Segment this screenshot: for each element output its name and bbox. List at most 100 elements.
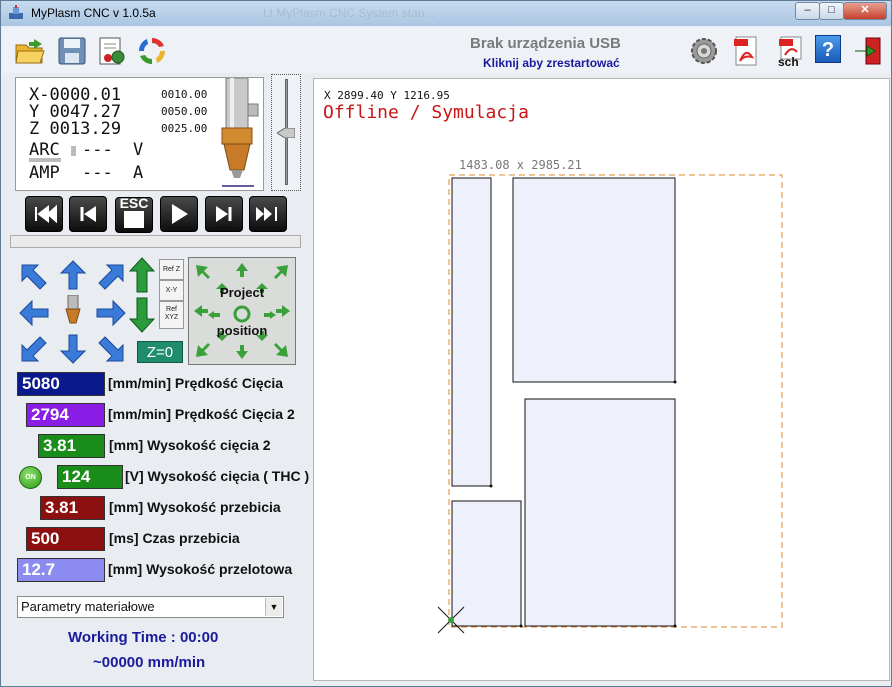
- chevron-down-icon[interactable]: ▼: [265, 598, 282, 616]
- amp-unit: A: [133, 163, 144, 183]
- device-status[interactable]: Brak urządzenia USB: [470, 35, 621, 52]
- cut-speed-input[interactable]: 5080: [17, 372, 105, 396]
- next-button[interactable]: [205, 196, 243, 232]
- window-title: MyPlasm CNC v 1.0.5a: [31, 6, 156, 20]
- project-position-arrows-icon: [194, 263, 290, 359]
- first-button[interactable]: [25, 196, 63, 232]
- play-button[interactable]: [160, 196, 198, 232]
- part-shape: [512, 177, 676, 383]
- travel-height-input[interactable]: 12.7: [17, 558, 105, 582]
- travel-height-label: [mm] Wysokość przelotowa: [108, 561, 293, 577]
- ref-z-button[interactable]: Ref Z: [159, 259, 184, 280]
- ref-xyz-line1: Ref: [166, 306, 177, 313]
- background-window-title: Lt MyPlasm CNC System stan...: [263, 6, 435, 20]
- arc-value: ---: [82, 140, 113, 160]
- open-folder-icon[interactable]: [14, 35, 46, 67]
- y-limit: 0050.00: [161, 105, 208, 118]
- thc-toggle[interactable]: ON: [19, 466, 42, 489]
- skip-last-icon: [256, 207, 277, 221]
- last-button[interactable]: [249, 196, 287, 232]
- skip-first-icon: [35, 204, 57, 224]
- jog-down-left-icon[interactable]: [18, 333, 50, 365]
- x-limit: 0010.00: [161, 88, 208, 101]
- app-icon: [9, 5, 23, 19]
- part-shape: [451, 177, 492, 487]
- pierce-point: [489, 484, 493, 488]
- exit-icon[interactable]: [852, 35, 884, 67]
- ref-xyz-line2: XYZ: [164, 314, 179, 321]
- job-progress-bar: [10, 235, 301, 248]
- sch-label: sch: [778, 55, 799, 69]
- jog-right-icon[interactable]: [95, 297, 127, 329]
- maximize-icon: □: [828, 4, 835, 16]
- cut-speed-label: [mm/min] Prędkość Cięcia: [108, 375, 284, 391]
- save-icon[interactable]: [56, 35, 88, 67]
- feed-rate: ~00000 mm/min: [93, 654, 206, 671]
- material-select[interactable]: Parametry materiałowe ▼: [17, 596, 284, 618]
- jog-up-left-icon[interactable]: [18, 261, 50, 293]
- cut-speed-2-input[interactable]: 2794: [26, 403, 105, 427]
- jog-up-right-icon[interactable]: [95, 261, 127, 293]
- pierce-point: [673, 624, 677, 628]
- pierce-point: [673, 380, 677, 384]
- pdf-icon[interactable]: [730, 35, 762, 67]
- pierce-time-label: [ms] Czas przebicia: [109, 530, 240, 546]
- arc-bar: [71, 146, 76, 156]
- z-down-icon[interactable]: [129, 297, 155, 333]
- minimize-button[interactable]: –: [795, 2, 820, 20]
- slider-thumb[interactable]: [276, 125, 296, 139]
- arc-underline: [29, 158, 61, 162]
- plasma-torch-icon: [221, 78, 259, 187]
- device-restart-link[interactable]: Kliknij aby zrestartować: [483, 56, 620, 70]
- step-back-icon: [80, 206, 96, 222]
- cut-preview-drawing: [437, 174, 783, 634]
- thc-voltage-label: [V] Wysokość cięcia ( THC ): [125, 468, 310, 484]
- part-shape: [524, 398, 676, 627]
- ref-xyz-button[interactable]: Ref XYZ: [159, 301, 184, 329]
- esc-button[interactable]: ESC: [115, 195, 153, 233]
- pierce-point: [519, 624, 523, 628]
- pierce-time-input[interactable]: 500: [26, 527, 105, 551]
- close-icon: ✕: [860, 4, 870, 16]
- esc-label: ESC: [119, 195, 149, 211]
- amp-value: ---: [82, 163, 113, 183]
- minimize-icon: –: [804, 4, 811, 16]
- step-forward-icon: [216, 206, 232, 222]
- cut-height-2-input[interactable]: 3.81: [38, 434, 105, 458]
- jog-left-icon[interactable]: [18, 297, 50, 329]
- previous-button[interactable]: [69, 196, 107, 232]
- part-shape: [451, 500, 522, 627]
- settings-document-icon[interactable]: [96, 35, 128, 67]
- z-zero-button[interactable]: Z=0: [137, 341, 183, 363]
- cut-height-2-label: [mm] Wysokość cięcia 2: [109, 437, 271, 453]
- height-slider[interactable]: [271, 74, 301, 191]
- jog-down-right-icon[interactable]: [95, 333, 127, 365]
- project-position-button[interactable]: Project position: [188, 257, 296, 365]
- play-icon: [172, 204, 188, 224]
- jog-down-icon[interactable]: [57, 333, 89, 365]
- toolbar: Brak urządzenia USB Kliknij aby zrestart…: [2, 27, 890, 73]
- maximize-button[interactable]: □: [819, 2, 844, 20]
- gear-icon[interactable]: [688, 35, 720, 67]
- arc-unit: V: [133, 140, 144, 160]
- torch-center-icon: [65, 295, 81, 324]
- cut-speed-2-label: [mm/min] Prędkość Cięcia 2: [108, 406, 295, 422]
- x-y-button[interactable]: X-Y: [159, 280, 184, 301]
- project-label-line2: position: [216, 323, 268, 338]
- close-button[interactable]: ✕: [843, 2, 887, 20]
- arc-label: ARC: [29, 140, 60, 160]
- position-readout: X-0000.01 Y 0047.27 Z 0013.29 0010.00 00…: [15, 77, 264, 191]
- pierce-height-input[interactable]: 3.81: [40, 496, 105, 520]
- pierce-height-label: [mm] Wysokość przebicia: [109, 499, 281, 515]
- help-icon[interactable]: ?: [815, 35, 841, 63]
- material-select-value: Parametry materiałowe: [21, 599, 155, 614]
- amp-label: AMP: [29, 163, 60, 183]
- z-position: Z 0013.29: [29, 119, 122, 139]
- z-up-icon[interactable]: [129, 257, 155, 293]
- jog-up-icon[interactable]: [57, 259, 89, 291]
- title-bar: MyPlasm CNC v 1.0.5a Lt MyPlasm CNC Syst…: [1, 1, 891, 26]
- preview-canvas[interactable]: X 2899.40 Y 1216.95 Offline / Symulacja …: [313, 78, 890, 681]
- z-limit: 0025.00: [161, 122, 208, 135]
- thc-voltage-input[interactable]: 124: [57, 465, 123, 489]
- refresh-icon[interactable]: [136, 35, 168, 67]
